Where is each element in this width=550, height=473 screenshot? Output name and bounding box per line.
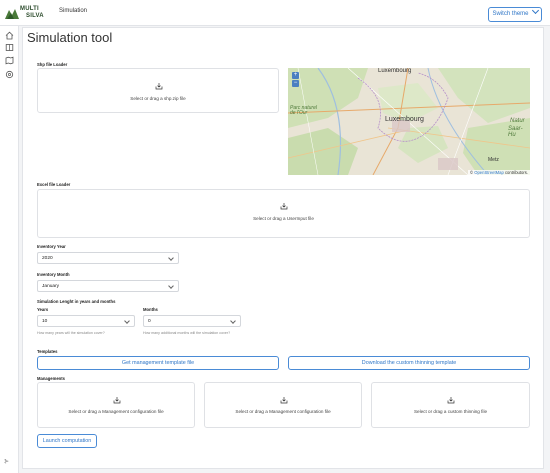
attribution-text: contributors.	[504, 170, 528, 175]
home-icon[interactable]	[5, 31, 14, 40]
page-title: Simulation tool	[27, 30, 113, 45]
book-icon[interactable]	[5, 43, 14, 52]
templates-label: Templates	[37, 349, 58, 354]
shp-dropzone-text: Select or drag a shp.zip file	[130, 96, 186, 101]
multisilva-logo[interactable]: MULTI SILVA	[4, 6, 48, 22]
sidebar: ⊱	[0, 26, 19, 473]
map-label-metz: Metz	[488, 157, 499, 163]
chevron-down-icon	[230, 317, 236, 324]
switch-theme-label: Switch theme	[492, 11, 529, 17]
chevron-down-icon	[124, 317, 130, 324]
chevron-down-icon	[531, 6, 539, 15]
months-value: 0	[148, 319, 151, 324]
tree-logo-icon	[5, 9, 19, 19]
download-icon	[447, 397, 455, 404]
top-navbar: MULTI SILVA Simulation Switch theme	[0, 0, 550, 26]
zoom-in-button[interactable]: +	[292, 72, 299, 79]
years-help-text: How many years will the simulation cover…	[37, 331, 105, 335]
excel-loader-label: Excel file Loader	[37, 182, 71, 187]
inventory-month-value: January	[42, 284, 60, 289]
switch-theme-button[interactable]: Switch theme	[488, 6, 542, 22]
shp-loader-label: Shp file Loader	[37, 62, 68, 67]
logo-text-top: MULTI	[20, 6, 39, 12]
management-dropzone-2[interactable]: Select or drag a Management configuratio…	[204, 382, 362, 428]
launch-computation-button[interactable]: Launch computation	[37, 434, 97, 448]
inventory-year-label: Inventory Year	[37, 244, 66, 249]
inventory-month-label: Inventory Month	[37, 272, 70, 277]
map-label-luxembourg-top: Luxembourg	[378, 68, 412, 74]
osm-link[interactable]: OpenStreetMap	[474, 170, 504, 175]
years-value: 10	[42, 319, 48, 324]
map-label-natur: Natur	[510, 118, 525, 124]
shp-dropzone[interactable]: Select or drag a shp.zip file	[37, 68, 279, 113]
zoom-out-button[interactable]: −	[292, 80, 299, 87]
months-help-text: How many additional months will the simu…	[143, 331, 231, 335]
map-attribution: © OpenStreetMap contributors.	[467, 170, 530, 175]
settings-icon[interactable]	[5, 70, 14, 79]
managements-label: Managements	[37, 376, 65, 381]
map-view[interactable]: + − Luxembourg Parc naturel de l'Our Lux…	[288, 68, 530, 175]
management-dropzone-1[interactable]: Select or drag a Management configuratio…	[37, 382, 195, 428]
excel-dropzone-text: Select or drag a UserInput file	[253, 216, 314, 221]
copyright-symbol: ©	[469, 170, 474, 175]
months-select[interactable]: 0	[143, 315, 241, 327]
map-icon[interactable]	[5, 56, 14, 65]
map-label-luxembourg: Luxembourg	[385, 116, 424, 123]
download-icon	[280, 397, 288, 404]
inventory-year-value: 2020	[42, 256, 53, 261]
chevron-down-icon	[168, 282, 174, 289]
excel-dropzone[interactable]: Select or drag a UserInput file	[37, 189, 530, 238]
inventory-year-select[interactable]: 2020	[37, 252, 179, 264]
management-dropzone-2-text: Select or drag a Management configuratio…	[235, 409, 331, 414]
thinning-dropzone[interactable]: Select or drag a custom thinning file	[371, 382, 530, 428]
nav-title: Simulation	[59, 8, 88, 14]
chevron-down-icon	[168, 254, 174, 261]
collapse-sidebar-icon[interactable]: ⊱	[4, 458, 9, 465]
thinning-dropzone-text: Select or drag a custom thinning file	[413, 409, 488, 414]
map-label-saar: Saar-Hu	[508, 126, 523, 138]
download-icon	[280, 203, 288, 210]
logo-text-bottom: SILVA	[26, 13, 44, 19]
inventory-month-select[interactable]: January	[37, 280, 179, 292]
download-icon	[113, 397, 121, 404]
map-label-park: Parc naturel de l'Our	[290, 105, 317, 116]
years-select[interactable]: 10	[37, 315, 135, 327]
simulation-length-label: Simulation Lenght in years and months	[37, 299, 116, 304]
get-management-template-button[interactable]: Get management template file	[37, 356, 279, 370]
years-label: Years	[37, 307, 49, 312]
management-dropzone-1-text: Select or drag a Management configuratio…	[68, 409, 164, 414]
download-thinning-template-button[interactable]: Download the custom thinning template	[288, 356, 530, 370]
months-label: Months	[143, 307, 158, 312]
download-icon	[155, 83, 163, 90]
